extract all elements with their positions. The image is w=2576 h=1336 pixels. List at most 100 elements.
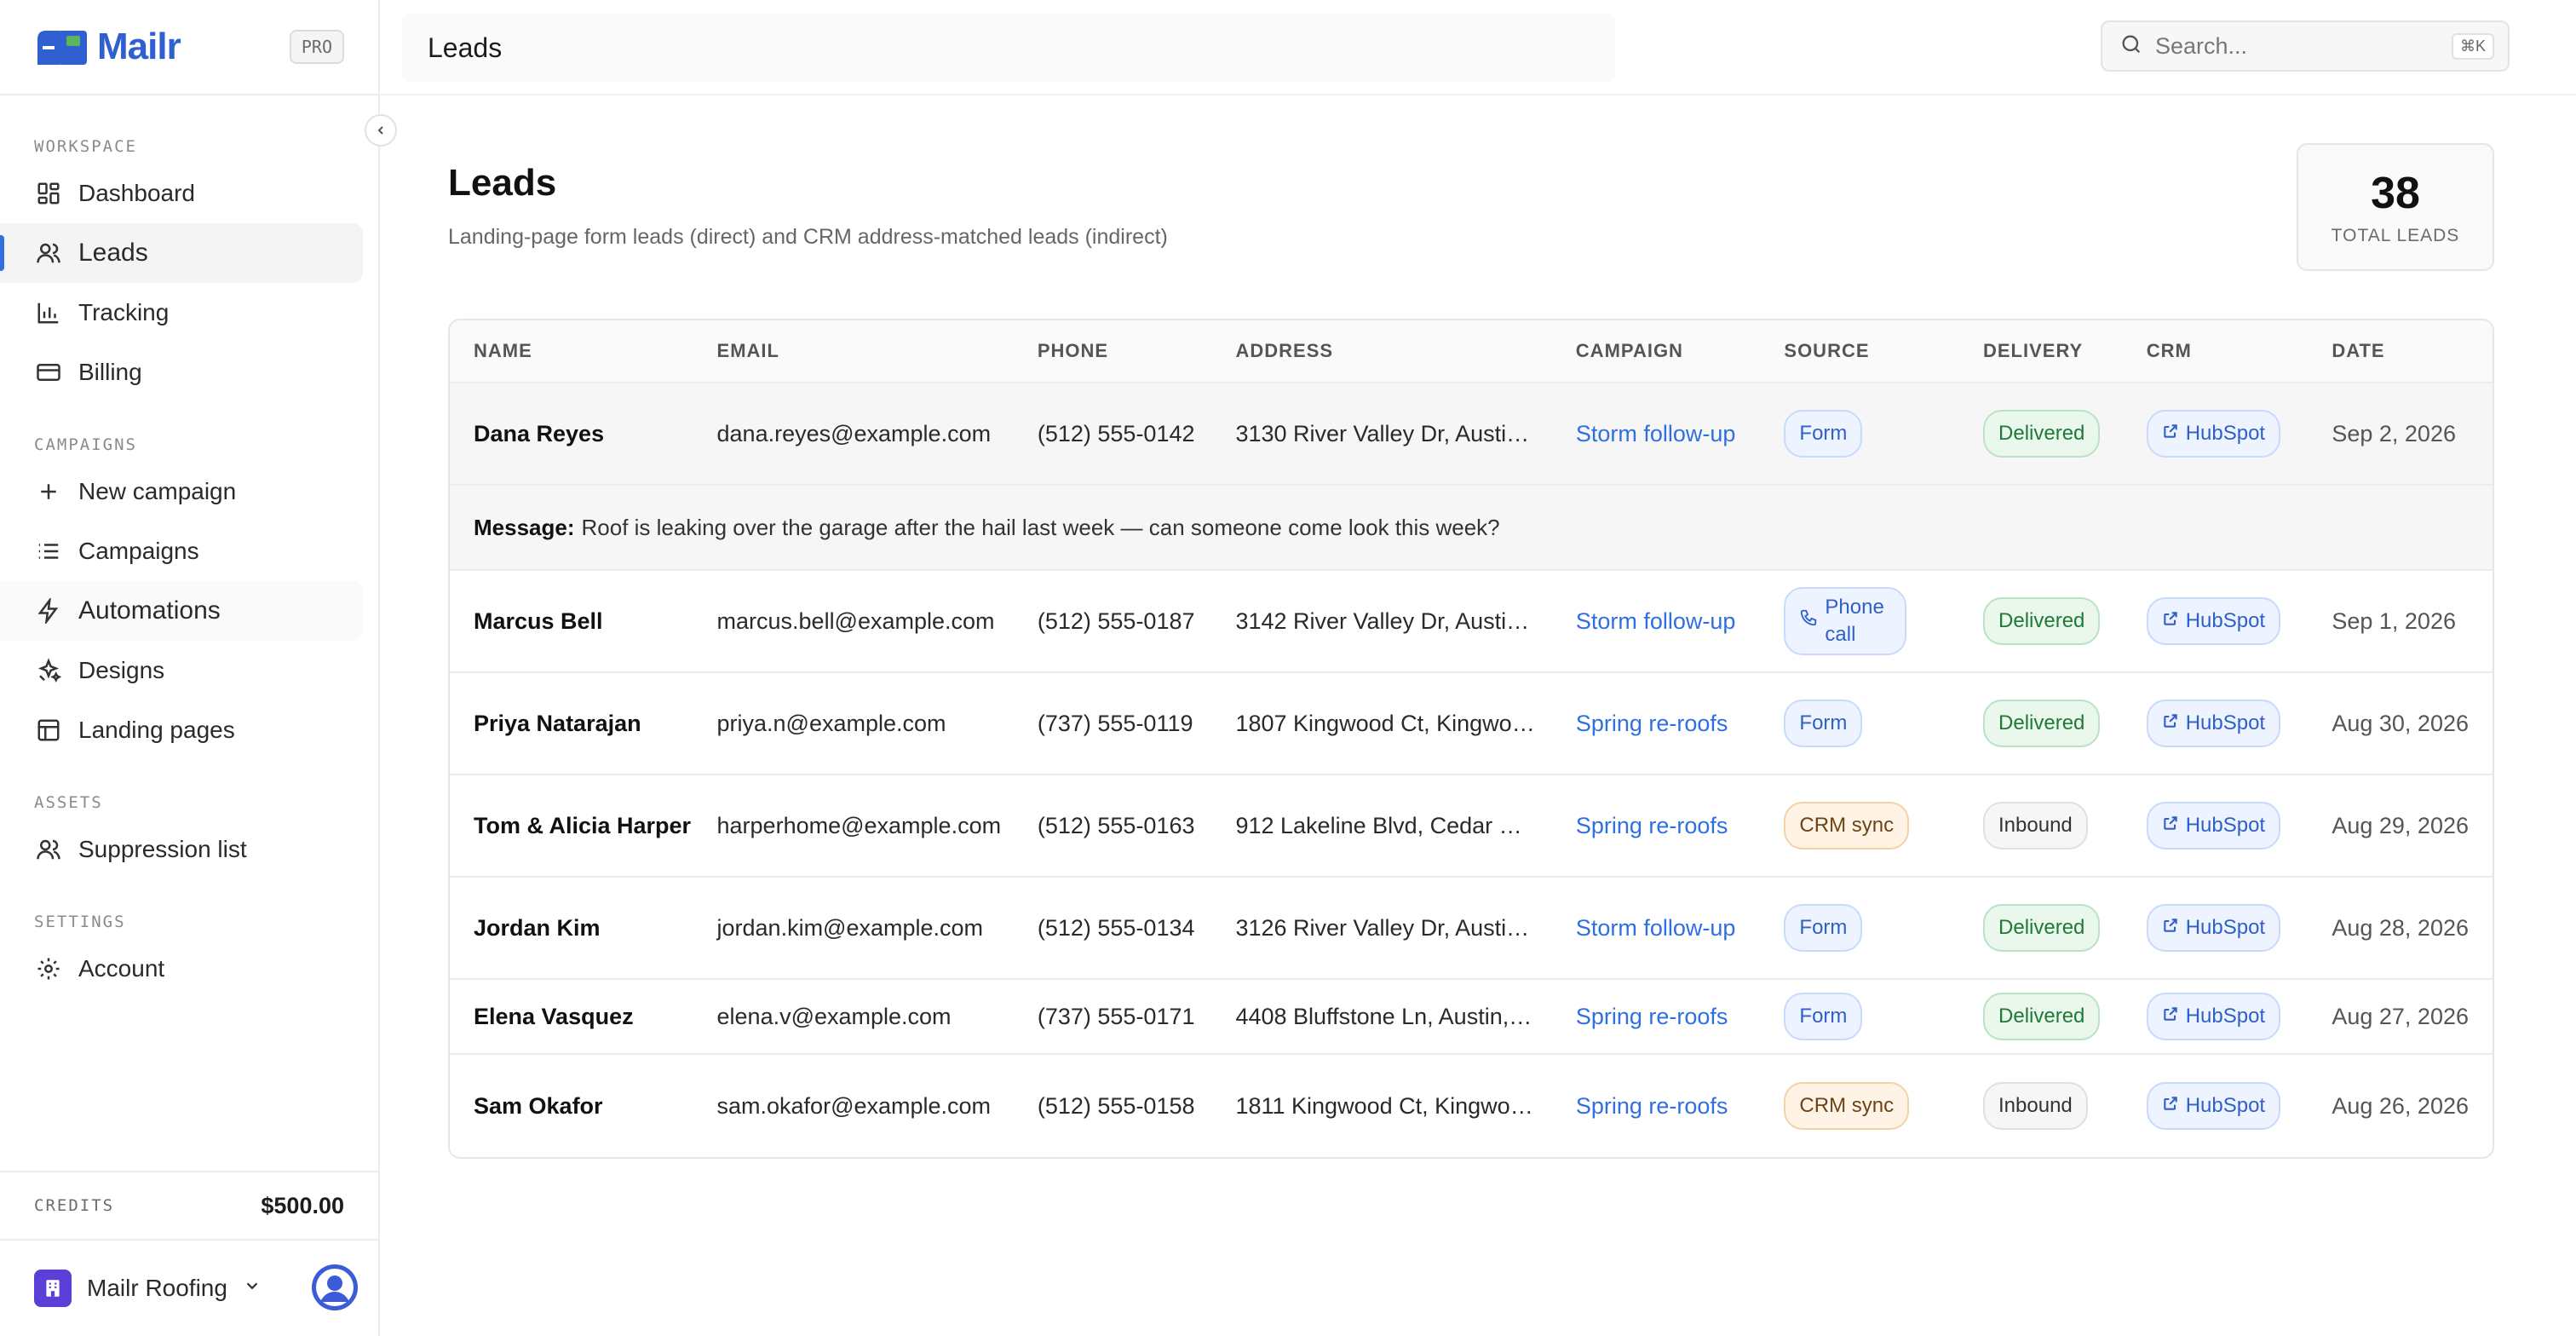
source-badge: Form: [1784, 904, 1863, 952]
table-row[interactable]: Dana Reyes dana.reyes@example.com (512) …: [450, 383, 2493, 486]
delivery-cell: Delivered: [1959, 410, 2123, 458]
lead-campaign-link[interactable]: Storm follow-up: [1552, 911, 1761, 945]
lead-campaign-link[interactable]: Spring re-roofs: [1552, 999, 1761, 1034]
sidebar-item-label: Automations: [78, 596, 221, 625]
column-header-phone[interactable]: PHONE: [1014, 320, 1212, 383]
source-cell: CRM sync: [1760, 802, 1959, 849]
sidebar-item-automations[interactable]: Automations: [0, 581, 363, 641]
lead-phone: (512) 555-0187: [1037, 608, 1195, 634]
sidebar-item-label: Campaigns: [78, 538, 199, 564]
crm-cell: HubSpot: [2123, 700, 2309, 747]
search-box[interactable]: Search... ⌘K: [2101, 20, 2510, 72]
delivery-cell: Delivered: [1959, 904, 2123, 952]
table-row[interactable]: Priya Natarajan priya.n@example.com (737…: [450, 673, 2493, 775]
column-header-name[interactable]: NAME: [450, 320, 693, 383]
plus-icon: [34, 477, 63, 506]
column-header-crm[interactable]: CRM: [2123, 320, 2309, 383]
lead-campaign-link[interactable]: Spring re-roofs: [1552, 1089, 1761, 1123]
lead-campaign-link[interactable]: Spring re-roofs: [1552, 809, 1761, 843]
crm-label: HubSpot: [2185, 609, 2266, 632]
lead-phone: (737) 555-0119: [1037, 711, 1193, 736]
table-row[interactable]: Tom & Alicia Harper harperhome@example.c…: [450, 775, 2493, 878]
table-row[interactable]: Sam Okafor sam.okafor@example.com (512) …: [450, 1055, 2493, 1157]
column-header-source[interactable]: SOURCE: [1760, 320, 1959, 383]
delivery-cell: Delivered: [1959, 700, 2123, 747]
search-icon: [2119, 32, 2143, 60]
table-row[interactable]: Elena Vasquez elena.v@example.com (737) …: [450, 980, 2493, 1055]
lead-message: Message: Roof is leaking over the garage…: [450, 486, 2493, 571]
sidebar-item-designs[interactable]: Designs: [0, 641, 363, 700]
avatar[interactable]: [312, 1264, 358, 1310]
column-header-delivery[interactable]: DELIVERY: [1959, 320, 2123, 383]
users-icon: [34, 239, 63, 268]
lead-date: Sep 1, 2026: [2332, 608, 2456, 634]
crm-link-button[interactable]: HubSpot: [2146, 1082, 2281, 1130]
column-header-campaign[interactable]: CAMPAIGN: [1552, 320, 1761, 383]
sidebar-item-tracking[interactable]: Tracking: [0, 283, 363, 343]
sidebar-item-campaigns[interactable]: Campaigns: [0, 521, 363, 581]
lead-campaign-link[interactable]: Storm follow-up: [1552, 417, 1761, 451]
column-header-email[interactable]: EMAIL: [693, 320, 1014, 383]
delivery-badge: Delivered: [1983, 904, 2101, 952]
crm-label: HubSpot: [2185, 814, 2266, 837]
lead-address: 1811 Kingwood Ct, Kingwood, TX: [1235, 1093, 1552, 1119]
section-settings: SETTINGS: [34, 913, 126, 931]
sidebar-item-new-campaign[interactable]: New campaign: [0, 462, 363, 521]
crm-link-button[interactable]: HubSpot: [2146, 993, 2281, 1040]
delivery-badge: Delivered: [1983, 993, 2101, 1040]
sidebar-item-label: Suppression list: [78, 836, 247, 862]
lead-address: 912 Lakeline Blvd, Cedar Park, TX: [1235, 813, 1552, 838]
collapse-sidebar-button[interactable]: [365, 114, 397, 147]
lead-email: marcus.bell@example.com: [716, 608, 995, 634]
crm-link-button[interactable]: HubSpot: [2146, 700, 2281, 747]
sidebar: Mailr PRO WORKSPACE Dashboard Leads Trac…: [0, 0, 380, 1336]
leads-table: NAME EMAIL PHONE ADDRESS CAMPAIGN SOURCE…: [448, 319, 2494, 1159]
column-header-address[interactable]: ADDRESS: [1211, 320, 1551, 383]
lead-phone: (737) 555-0171: [1037, 1004, 1195, 1029]
source-cell: Form: [1760, 700, 1959, 747]
lead-name: Marcus Bell: [474, 608, 603, 634]
search-input[interactable]: Search...: [2155, 33, 2440, 60]
sidebar-item-landing-pages[interactable]: Landing pages: [0, 700, 363, 760]
lead-address: 1807 Kingwood Ct, Kingwood, TX: [1235, 711, 1552, 736]
source-badge: Form: [1784, 700, 1863, 747]
crm-cell: HubSpot: [2123, 1082, 2309, 1130]
lead-date: Aug 27, 2026: [2332, 1004, 2469, 1029]
lightning-icon: [34, 596, 63, 625]
sidebar-item-label: Leads: [78, 239, 148, 267]
credits-label: CREDITS: [34, 1196, 115, 1215]
crm-link-button[interactable]: HubSpot: [2146, 410, 2281, 458]
total-leads-label: TOTAL LEADS: [2331, 226, 2460, 245]
sidebar-item-account[interactable]: Account: [0, 939, 363, 999]
source-badge: CRM sync: [1784, 802, 1910, 849]
table-row[interactable]: Jordan Kim jordan.kim@example.com (512) …: [450, 878, 2493, 980]
credits-value: $500.00: [261, 1192, 344, 1218]
delivery-badge: Inbound: [1983, 1082, 2088, 1130]
total-leads-value: 38: [2371, 169, 2420, 218]
sidebar-item-suppression-list[interactable]: Suppression list: [0, 820, 363, 879]
lead-campaign-link[interactable]: Storm follow-up: [1552, 604, 1761, 638]
org-switcher[interactable]: Mailr Roofing: [0, 1241, 378, 1336]
crm-link-button[interactable]: HubSpot: [2146, 597, 2281, 645]
phone-icon: [1799, 608, 1818, 635]
lead-email: sam.okafor@example.com: [716, 1093, 992, 1119]
sidebar-item-leads[interactable]: Leads: [0, 223, 363, 283]
external-link-icon: [2162, 999, 2179, 1034]
lead-campaign-link[interactable]: Spring re-roofs: [1552, 706, 1761, 740]
search-shortcut: ⌘K: [2451, 32, 2494, 60]
sidebar-item-label: Tracking: [78, 299, 170, 325]
table-row[interactable]: Marcus Bell marcus.bell@example.com (512…: [450, 571, 2493, 673]
sidebar-item-dashboard[interactable]: Dashboard: [0, 164, 363, 223]
page-subtitle: Landing-page form leads (direct) and CRM…: [448, 225, 1168, 249]
crm-label: HubSpot: [2185, 916, 2266, 939]
column-header-date[interactable]: DATE: [2308, 320, 2493, 383]
crm-link-button[interactable]: HubSpot: [2146, 802, 2281, 849]
lead-phone: (512) 555-0134: [1037, 915, 1195, 941]
chevron-down-icon: [243, 1276, 262, 1300]
sidebar-item-billing[interactable]: Billing: [0, 343, 363, 402]
logo[interactable]: Mailr: [34, 26, 181, 68]
sidebar-item-label: Dashboard: [78, 180, 195, 206]
crm-link-button[interactable]: HubSpot: [2146, 904, 2281, 952]
source-label: Phone call: [1825, 596, 1884, 646]
lead-phone: (512) 555-0158: [1037, 1093, 1195, 1119]
